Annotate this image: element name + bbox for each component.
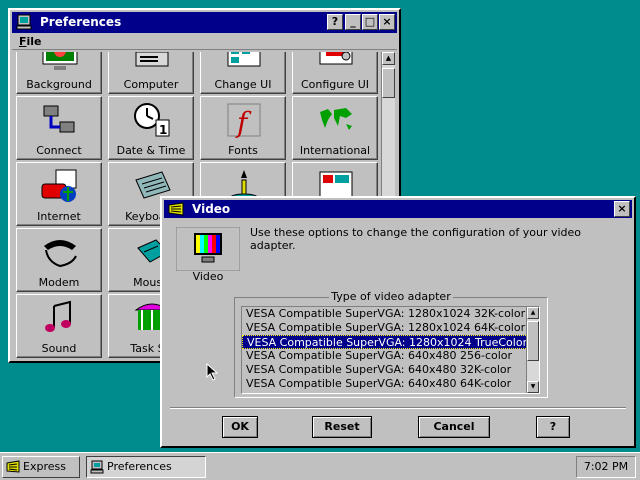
preferences-task-icon [90,460,104,474]
video-dialog: Video × Video Use these options to chang… [160,196,636,448]
music-note-icon [45,300,71,332]
pref-item-label: Connect [36,144,82,157]
scroll-up-arrow-icon[interactable]: ▲ [382,52,395,65]
minimize-button[interactable]: _ [345,14,361,30]
close-button[interactable]: × [379,14,395,30]
change-ui-icon [227,52,261,67]
mouse-pointer-icon [206,363,219,381]
fonts-icon: f [227,103,261,139]
help-button[interactable]: ? [536,416,570,438]
video-icon-label: Video [192,270,224,283]
taskbar: Express Preferences 7:02 PM [0,452,640,480]
pref-item-label: Configure UI [300,78,370,91]
adapter-list-scrollbar[interactable]: ▲ ▼ [526,307,539,393]
configure-ui-icon [319,52,353,65]
pref-item-label: Internet [37,210,81,223]
adapter-list-item[interactable]: VESA Compatible SuperVGA: 1280x1024 64K-… [242,321,536,335]
dialog-separator [170,407,626,409]
pref-item-label: Background [26,78,92,91]
adapter-list-item[interactable]: VESA Compatible SuperVGA: 640x480 32K-co… [242,363,536,377]
pref-item-label: Change UI [214,78,272,91]
scroll-thumb[interactable] [382,68,395,98]
help-title-button[interactable]: ? [327,14,343,30]
list-scroll-up-arrow-icon[interactable]: ▲ [527,307,539,319]
pref-item-fonts[interactable]: f Fonts [200,96,286,160]
express-label: Express [23,460,66,473]
menubar: File [12,34,397,50]
pref-item-internet[interactable]: Internet [16,162,102,226]
taskbar-preferences-button[interactable]: Preferences [86,456,206,478]
computer-icon [135,52,169,67]
clock-calendar-icon: 1 [134,103,170,137]
modem-phone-icon [44,240,77,268]
svg-text:1: 1 [159,123,167,137]
adapter-listbox[interactable]: VESA Compatible SuperVGA: 1280x1024 32K-… [241,306,540,394]
pref-item-label: Computer [123,78,179,91]
list-scroll-down-arrow-icon[interactable]: ▼ [527,381,539,393]
cancel-button[interactable]: Cancel [418,416,490,438]
adapter-groupbox: Type of video adapter VESA Compatible Su… [234,290,548,398]
taskbar-clock: 7:02 PM [576,456,636,478]
pref-item-label: Modem [38,276,80,289]
maximize-button[interactable]: □ [362,14,378,30]
pref-item-change-ui[interactable]: Change UI [200,52,286,94]
pref-item-label: Date & Time [116,144,186,157]
reset-button[interactable]: Reset [312,416,372,438]
preferences-app-icon [16,14,32,30]
taskbar-preferences-label: Preferences [107,460,172,473]
video-close-button[interactable]: × [614,201,630,217]
menu-file[interactable]: File [19,35,42,48]
video-title: Video [192,202,231,216]
pref-item-label: Fonts [228,144,258,157]
preferences-titlebar[interactable]: Preferences ? _ □ × [12,12,397,33]
pref-item-modem[interactable]: Modem [16,228,102,292]
ok-button[interactable]: OK [222,416,258,438]
pref-item-background[interactable]: Background [16,52,102,94]
world-map-icon [318,106,354,134]
video-description: Use these options to change the configur… [250,226,582,252]
list-scroll-thumb[interactable] [527,321,539,361]
pref-item-connect[interactable]: Connect [16,96,102,160]
pref-item-date-time[interactable]: 1 Date & Time [108,96,194,160]
pref-item-sound[interactable]: Sound [16,294,102,358]
adapter-list-item-selected[interactable]: VESA Compatible SuperVGA: 1280x1024 True… [242,335,536,349]
adapter-list-item[interactable]: VESA Compatible SuperVGA: 640x480 256-co… [242,349,536,363]
background-icon [42,52,78,70]
pref-item-computer[interactable]: Computer [108,52,194,94]
pref-item-label: Sound [41,342,77,355]
pref-item-configure-ui[interactable]: Configure UI [292,52,378,94]
pref-item-international[interactable]: International [292,96,378,160]
internet-phone-icon [41,169,77,202]
pref-item-label: International [299,144,371,157]
adapter-list-item[interactable]: VESA Compatible SuperVGA: 640x480 64K-co… [242,377,536,391]
express-icon [6,460,20,473]
adapter-group-label: Type of video adapter [329,290,453,303]
express-start-button[interactable]: Express [2,456,80,478]
adapter-list-item[interactable]: VESA Compatible SuperVGA: 1280x1024 32K-… [242,307,536,321]
video-app-icon [168,202,184,216]
preferences-title: Preferences [40,15,122,29]
connect-icon [43,105,75,133]
video-titlebar[interactable]: Video × [164,200,632,218]
video-monitor-icon [175,226,241,272]
